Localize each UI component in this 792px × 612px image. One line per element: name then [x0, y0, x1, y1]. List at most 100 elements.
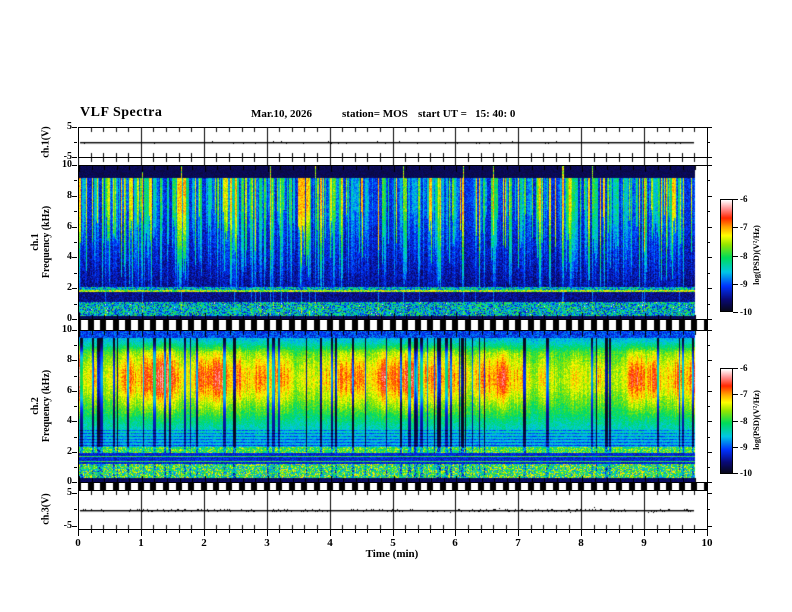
x-axis-tick [78, 530, 79, 536]
ch2-freq-minor-tick [74, 376, 77, 377]
ch3-voltage-panel [78, 490, 708, 530]
x-axis-tick [292, 530, 293, 533]
ch2-freq-tick-right [708, 391, 712, 392]
colorbar-ch2-tick [733, 447, 738, 448]
ch1-freq-tick-label: 8 [67, 190, 72, 201]
colorbar-ch2-tick-label: -8 [740, 416, 748, 426]
ch3-volt-tick-label: -5 [63, 520, 72, 531]
colorbar-ch2-unit-label: log(PSD)(V²/Hz) [751, 390, 761, 450]
x-axis-tick [518, 530, 519, 536]
ch1-volt-minor-tick [74, 142, 77, 143]
tick-comb-middle [78, 320, 708, 330]
x-axis-tick [380, 530, 381, 533]
x-axis-tick [141, 530, 142, 536]
station-label: station= MOS [342, 108, 408, 120]
ch3-voltage-waveform-canvas [79, 491, 707, 529]
ch2-spectrogram-canvas [79, 331, 707, 482]
ch1-freq-tick [72, 165, 77, 166]
x-axis-tick [669, 530, 670, 533]
ch1-voltage-waveform-canvas [79, 128, 707, 157]
colorbar-ch2-gradient [721, 369, 732, 473]
x-axis-tick [644, 530, 645, 536]
ch1-axis-label-line1: ch.1 [30, 233, 41, 251]
ch2-freq-tick [72, 482, 77, 483]
x-axis-tick [191, 530, 192, 533]
tick-comb-bottom [78, 483, 708, 490]
x-tick-label: 7 [515, 537, 521, 549]
x-axis-tick [543, 530, 544, 533]
ch3-volt-tick [72, 526, 77, 527]
ch1-freq-minor-tick [74, 211, 77, 212]
ch1-freq-tick-right [708, 288, 712, 289]
x-axis-tick [317, 530, 318, 533]
time-axis-label: Time (min) [365, 548, 419, 560]
colorbar-ch2-tick-label: -6 [740, 363, 748, 373]
figure-date: Mar.10, 2026 [251, 108, 313, 120]
colorbar-ch2-tick-label: -7 [740, 389, 748, 399]
ch2-axis-label-line2: Frequency (kHz) [41, 369, 52, 443]
vlf-spectra-figure: VLF Spectra Mar.10, 2026 station= MOS st… [0, 0, 792, 612]
ch3-volt-tick-label: 5 [67, 487, 72, 498]
x-axis-tick [481, 530, 482, 533]
ch2-freq-tick-right [708, 330, 712, 331]
ch1-freq-minor-tick-right [708, 242, 710, 243]
ch2-freq-tick [72, 330, 77, 331]
x-axis-tick [619, 530, 620, 533]
x-tick-label: 3 [264, 537, 270, 549]
colorbar-ch1-tick-label: -8 [740, 251, 748, 261]
x-tick-label: 2 [201, 537, 207, 549]
ch1-freq-minor-tick [74, 180, 77, 181]
x-axis-tick [304, 530, 305, 533]
ch2-axis-label-line1: ch.2 [30, 397, 41, 415]
ch2-freq-minor-tick [74, 406, 77, 407]
x-axis-tick [179, 530, 180, 533]
ch1-volt-tick [72, 127, 77, 128]
x-axis-tick [594, 530, 595, 533]
ch1-freq-tick [72, 196, 77, 197]
ch1-axis-label-line2: Frequency (kHz) [41, 205, 52, 279]
tick-comb-top [78, 158, 708, 165]
x-axis-tick [682, 530, 683, 533]
x-axis-tick [330, 530, 331, 536]
x-tick-label: 5 [390, 537, 396, 549]
x-axis-tick [216, 530, 217, 533]
x-axis-tick [581, 530, 582, 536]
colorbar-ch1-unit-label: log(PSD)(V²/Hz) [751, 225, 761, 285]
ch2-freq-minor-tick-right [708, 467, 710, 468]
ch2-freq-tick-label: 6 [67, 385, 72, 396]
ch1-volt-tick-right [708, 127, 712, 128]
start-ut-label: start UT = 15: 40: 0 [418, 108, 516, 120]
ch2-freq-tick-right [708, 452, 712, 453]
ch1-freq-minor-tick-right [708, 304, 710, 305]
ch1-freq-tick-right [708, 196, 712, 197]
colorbar-ch1-tick [733, 312, 738, 313]
colorbar-ch2-tick [733, 368, 738, 369]
ch2-freq-tick-label: 8 [67, 354, 72, 365]
x-axis-tick [468, 530, 469, 533]
ch1-freq-tick-label: 2 [67, 282, 72, 293]
x-axis-tick [116, 530, 117, 533]
ch2-freq-minor-tick [74, 437, 77, 438]
colorbar-ch1-tick-label: -7 [740, 222, 748, 232]
colorbar-ch1-tick-label: -9 [740, 279, 748, 289]
colorbar-ch1-tick [733, 227, 738, 228]
x-axis-tick [569, 530, 570, 533]
x-tick-label: 10 [701, 537, 713, 549]
x-axis-tick [531, 530, 532, 533]
x-axis-tick [430, 530, 431, 533]
x-tick-label: 4 [327, 537, 333, 549]
x-axis-tick [418, 530, 419, 533]
x-axis-tick [455, 530, 456, 536]
ch1-frequency-axis-label: ch.1 Frequency (kHz) [30, 206, 52, 278]
colorbar-ch1-gradient [721, 200, 732, 311]
colorbar-ch2-tick [733, 473, 738, 474]
ch2-freq-tick-right [708, 360, 712, 361]
x-axis-tick [694, 530, 695, 533]
ch2-freq-tick-label: 10 [62, 324, 72, 335]
ch1-freq-minor-tick [74, 242, 77, 243]
ch2-freq-tick [72, 421, 77, 422]
colorbar-ch1-tick-label: -6 [740, 194, 748, 204]
ch1-volt-tick [72, 157, 77, 158]
x-axis-tick [254, 530, 255, 533]
colorbar-ch2-tick-label: -10 [740, 468, 752, 478]
